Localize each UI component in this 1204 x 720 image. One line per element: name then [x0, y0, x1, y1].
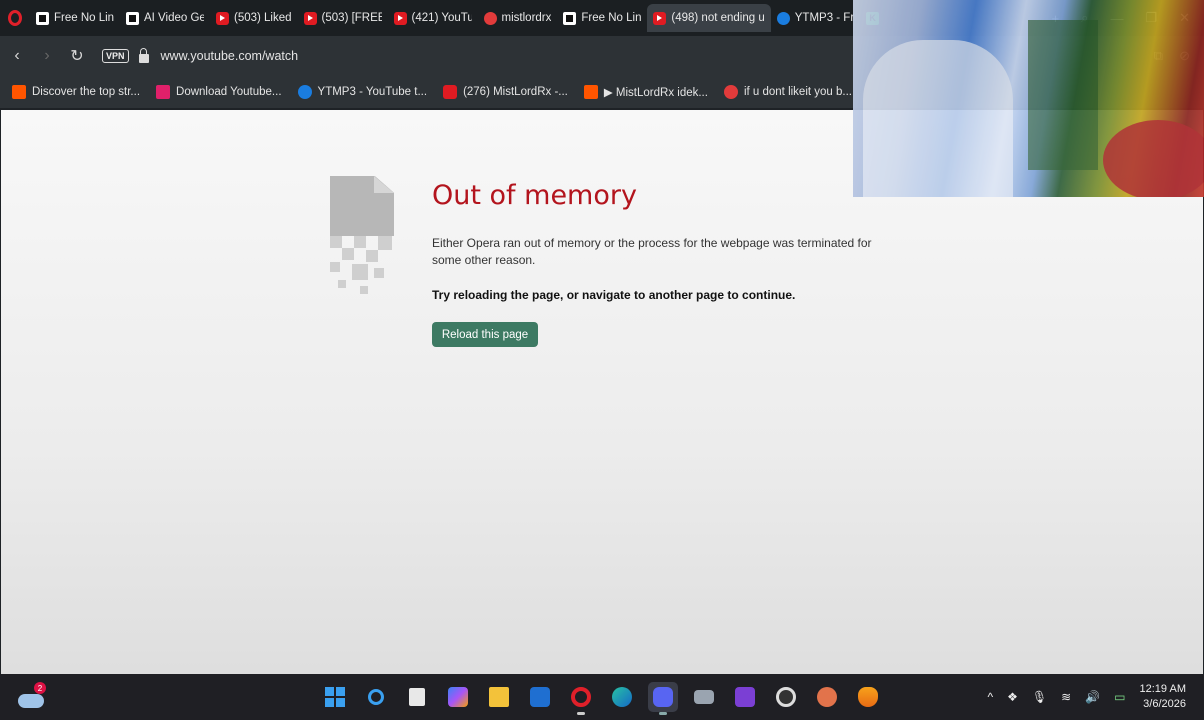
- reload-page-button[interactable]: Reload this page: [432, 322, 538, 347]
- bookmark-item[interactable]: Download Youtube...: [156, 85, 282, 99]
- youtube-icon: [393, 11, 407, 25]
- outlook-icon[interactable]: [525, 682, 555, 712]
- clapper-icon[interactable]: [730, 682, 760, 712]
- tab-active[interactable]: (498) not ending u: [647, 4, 771, 32]
- search-icon[interactable]: [361, 682, 391, 712]
- opera-menu-icon[interactable]: [0, 0, 30, 36]
- lock-icon[interactable]: [138, 47, 149, 63]
- webcam-overlay: [853, 0, 1204, 197]
- taskbar: 2 ^ ❖ 🎙 ≋ 🔊 ▭ 12:19 AM 3/6/2026: [0, 674, 1204, 720]
- bookmark-label: (276) MistLordRx -...: [463, 86, 568, 98]
- tab-label: mistlordrx: [501, 12, 552, 24]
- wifi-icon[interactable]: ≋: [1061, 690, 1071, 704]
- soundcloud-icon: [12, 85, 26, 99]
- tab-label: (498) not ending u: [671, 12, 765, 24]
- weather-widget-icon[interactable]: 2: [18, 682, 46, 710]
- opera-icon[interactable]: [566, 682, 596, 715]
- grid-icon: [126, 11, 139, 25]
- reload-icon[interactable]: ↻: [62, 46, 92, 66]
- broken-page-icon: [330, 176, 396, 300]
- bookmark-item[interactable]: ▶ MistLordRx idek...: [583, 85, 708, 99]
- obs-icon[interactable]: [771, 682, 801, 712]
- tab-4[interactable]: (421) YouTu: [388, 4, 478, 32]
- error-title: Out of memory: [432, 180, 637, 211]
- bookmark-label: Download Youtube...: [176, 86, 282, 98]
- taskbar-clock[interactable]: 12:19 AM 3/6/2026: [1140, 682, 1186, 712]
- start-icon[interactable]: [320, 682, 350, 712]
- tab-label: (503) [FREE: [321, 12, 382, 24]
- camera-icon[interactable]: [689, 682, 719, 712]
- tab-label: Free No Lin: [54, 12, 114, 24]
- youtube-icon: [443, 85, 458, 99]
- ytmp3-icon: [297, 85, 312, 99]
- file-explorer-icon[interactable]: [484, 682, 514, 712]
- fl-studio-icon[interactable]: [853, 682, 883, 712]
- url-field[interactable]: www.youtube.com/watch: [161, 49, 299, 63]
- copilot-icon[interactable]: [443, 682, 473, 712]
- soundcloud-icon: [583, 85, 598, 99]
- tab-label: (421) YouTu: [411, 12, 472, 24]
- tab-label: (503) Liked: [234, 12, 292, 24]
- tab-8[interactable]: YTMP3 - Fr: [771, 4, 860, 32]
- battery-icon[interactable]: ▭: [1114, 690, 1125, 704]
- tab-label: AI Video Ge: [144, 12, 204, 24]
- tab-5[interactable]: mistlordrx: [478, 4, 558, 32]
- tab-3[interactable]: (503) [FREE: [298, 4, 388, 32]
- tab-2[interactable]: (503) Liked: [210, 4, 298, 32]
- clock-date: 3/6/2026: [1143, 698, 1186, 710]
- error-description: Either Opera ran out of memory or the pr…: [432, 236, 872, 267]
- tab-label: YTMP3 - Fr: [794, 12, 855, 24]
- bookmark-item[interactable]: (276) MistLordRx -...: [443, 85, 568, 99]
- tab-1[interactable]: AI Video Ge: [120, 4, 210, 32]
- bookmark-item[interactable]: Discover the top str...: [12, 85, 140, 99]
- grid-icon: [36, 11, 49, 25]
- bookmark-label: if u dont likeit you b...: [743, 86, 852, 98]
- circle-icon: [483, 11, 497, 25]
- bookmark-item[interactable]: YTMP3 - YouTube t...: [297, 85, 428, 99]
- youtube-icon: [653, 11, 667, 25]
- bookmark-item[interactable]: if u dont likeit you b...: [723, 85, 852, 99]
- ytmp3-icon: [776, 11, 790, 25]
- bookmark-label: Discover the top str...: [32, 86, 141, 98]
- youtube-icon: [303, 11, 317, 25]
- microphone-icon[interactable]: 🎙: [1032, 690, 1047, 704]
- vpn-badge[interactable]: VPN: [102, 49, 129, 63]
- edge-icon[interactable]: [607, 682, 637, 712]
- tab-0[interactable]: Free No Lin: [30, 4, 120, 32]
- back-icon[interactable]: ‹: [2, 47, 32, 65]
- speaker-icon[interactable]: 🔊: [1085, 690, 1100, 704]
- weather-badge: 2: [34, 682, 46, 694]
- clock-time: 12:19 AM: [1139, 683, 1186, 695]
- youtube-icon: [216, 11, 229, 25]
- anime-avatar-icon[interactable]: [812, 682, 842, 712]
- tab-label: Free No Lin: [581, 12, 642, 24]
- forward-icon[interactable]: ›: [32, 47, 62, 65]
- grid-icon: [563, 11, 577, 25]
- task-view-icon[interactable]: [402, 682, 432, 712]
- error-hint: Try reloading the page, or navigate to a…: [432, 288, 796, 302]
- discord-icon[interactable]: [648, 682, 678, 715]
- circle-icon: [723, 85, 738, 99]
- bookmark-label: ▶ MistLordRx idek...: [603, 87, 708, 99]
- download-icon: [156, 85, 171, 99]
- tab-6[interactable]: Free No Lin: [557, 4, 647, 32]
- dropbox-icon[interactable]: ❖: [1007, 690, 1018, 704]
- bookmark-label: YTMP3 - YouTube t...: [317, 86, 428, 98]
- chevron-up-icon[interactable]: ^: [988, 690, 994, 704]
